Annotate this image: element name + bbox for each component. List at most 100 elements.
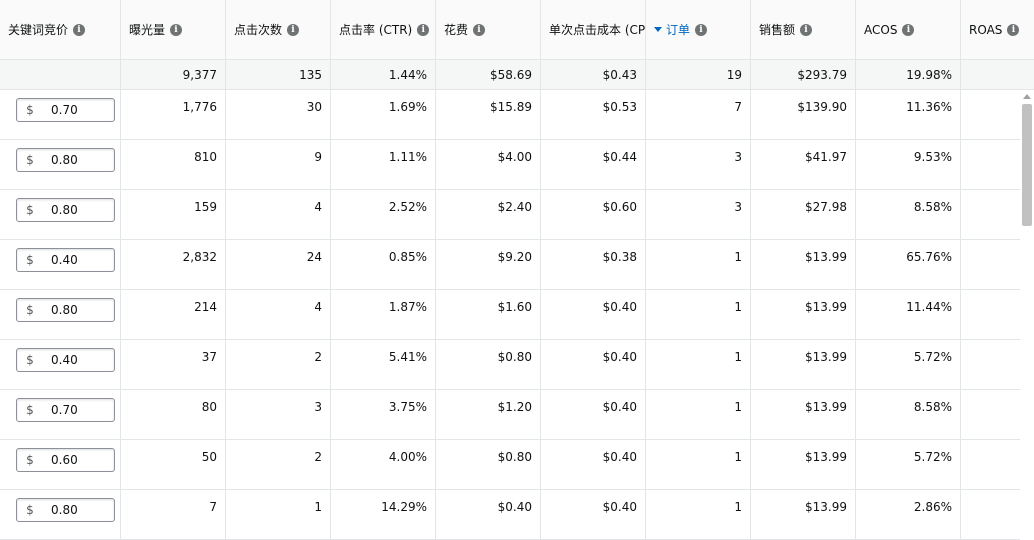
column-header-clicks[interactable]: 点击次数 i xyxy=(226,0,331,59)
orders-cell: 1 xyxy=(646,340,751,389)
bid-value: 0.80 xyxy=(51,303,78,317)
column-header-label: ACOS xyxy=(864,22,898,37)
ctr-cell: 0.85% xyxy=(331,240,436,289)
bid-value: 0.40 xyxy=(51,353,78,367)
bid-input[interactable]: $0.70 xyxy=(16,398,115,422)
cpc-cell: $0.44 xyxy=(541,140,646,189)
total-impressions: 9,377 xyxy=(121,60,226,89)
total-sales: $293.79 xyxy=(751,60,856,89)
table-row: $0.80 214 4 1.87% $1.60 $0.40 1 $13.99 11.44% xyxy=(0,290,1034,340)
column-header-bid[interactable]: 关键词竞价 i xyxy=(0,0,121,59)
table-row: $0.80 7 1 14.29% $0.40 $0.40 1 $13.99 2.86% xyxy=(0,490,1034,540)
sales-cell: $27.98 xyxy=(751,190,856,239)
ctr-cell: 4.00% xyxy=(331,440,436,489)
orders-cell: 7 xyxy=(646,90,751,139)
clicks-cell: 9 xyxy=(226,140,331,189)
currency-symbol: $ xyxy=(26,103,34,117)
bid-cell: $0.40 xyxy=(0,340,121,389)
orders-cell: 3 xyxy=(646,140,751,189)
info-icon[interactable]: i xyxy=(902,23,915,36)
acos-cell: 11.36% xyxy=(856,90,961,139)
sales-cell: $13.99 xyxy=(751,390,856,439)
info-icon[interactable]: i xyxy=(417,23,430,36)
bid-value: 0.80 xyxy=(51,153,78,167)
impressions-cell: 37 xyxy=(121,340,226,389)
column-header-roas[interactable]: ROAS i xyxy=(961,0,1034,59)
sales-cell: $13.99 xyxy=(751,490,856,539)
info-icon[interactable]: i xyxy=(73,23,86,36)
column-header-sales[interactable]: 销售额 i xyxy=(751,0,856,59)
bid-cell: $0.70 xyxy=(0,90,121,139)
clicks-cell: 2 xyxy=(226,340,331,389)
spend-cell: $0.80 xyxy=(436,340,541,389)
column-header-orders[interactable]: 订单 i xyxy=(646,0,751,59)
bid-input[interactable]: $0.60 xyxy=(16,448,115,472)
spend-cell: $9.20 xyxy=(436,240,541,289)
column-header-label: 点击率 (CTR) xyxy=(339,23,413,37)
clicks-cell: 1 xyxy=(226,490,331,539)
column-header-label: 订单 xyxy=(666,23,691,37)
sales-cell: $13.99 xyxy=(751,440,856,489)
currency-symbol: $ xyxy=(26,203,34,217)
scrollbar-thumb[interactable] xyxy=(1022,104,1032,226)
info-icon[interactable]: i xyxy=(170,23,183,36)
bid-cell: $0.70 xyxy=(0,390,121,439)
column-header-label: 点击次数 xyxy=(234,23,283,37)
ctr-cell: 3.75% xyxy=(331,390,436,439)
ctr-cell: 2.52% xyxy=(331,190,436,239)
column-header-label: 花费 xyxy=(444,23,469,37)
column-header-spend[interactable]: 花费 i xyxy=(436,0,541,59)
orders-cell: 1 xyxy=(646,240,751,289)
spend-cell: $1.60 xyxy=(436,290,541,339)
table-row: $0.60 50 2 4.00% $0.80 $0.40 1 $13.99 5.72% xyxy=(0,440,1034,490)
bid-input[interactable]: $0.40 xyxy=(16,248,115,272)
info-icon[interactable]: i xyxy=(800,23,813,36)
currency-symbol: $ xyxy=(26,403,34,417)
cpc-cell: $0.40 xyxy=(541,290,646,339)
column-header-label: 曝光量 xyxy=(129,23,166,37)
spend-cell: $1.20 xyxy=(436,390,541,439)
column-header-cpc[interactable]: 单次点击成本 (CPC) xyxy=(541,0,646,59)
table-row: $0.70 1,776 30 1.69% $15.89 $0.53 7 $139.90 11.3… xyxy=(0,90,1034,140)
impressions-cell: 810 xyxy=(121,140,226,189)
info-icon[interactable]: i xyxy=(695,23,708,36)
info-icon[interactable]: i xyxy=(1007,23,1020,36)
scroll-up-arrow-icon[interactable] xyxy=(1023,94,1031,99)
totals-row: 9,377 135 1.44% $58.69 $0.43 19 $293.79 … xyxy=(0,60,1034,90)
spend-cell: $0.40 xyxy=(436,490,541,539)
column-header-label: 单次点击成本 (CPC) xyxy=(549,23,646,37)
ctr-cell: 1.11% xyxy=(331,140,436,189)
ctr-cell: 14.29% xyxy=(331,490,436,539)
ctr-cell: 1.87% xyxy=(331,290,436,339)
column-header-label: ROAS xyxy=(969,22,1003,37)
bid-input[interactable]: $0.80 xyxy=(16,498,115,522)
orders-cell: 3 xyxy=(646,190,751,239)
bid-input[interactable]: $0.80 xyxy=(16,148,115,172)
total-spend: $58.69 xyxy=(436,60,541,89)
bid-input[interactable]: $0.80 xyxy=(16,298,115,322)
impressions-cell: 50 xyxy=(121,440,226,489)
total-ctr: 1.44% xyxy=(331,60,436,89)
sales-cell: $13.99 xyxy=(751,240,856,289)
info-icon[interactable]: i xyxy=(473,23,486,36)
total-clicks: 135 xyxy=(226,60,331,89)
column-header-impressions[interactable]: 曝光量 i xyxy=(121,0,226,59)
currency-symbol: $ xyxy=(26,503,34,517)
impressions-cell: 2,832 xyxy=(121,240,226,289)
bid-input[interactable]: $0.80 xyxy=(16,198,115,222)
acos-cell: 11.44% xyxy=(856,290,961,339)
clicks-cell: 30 xyxy=(226,90,331,139)
cpc-cell: $0.40 xyxy=(541,440,646,489)
bid-input[interactable]: $0.40 xyxy=(16,348,115,372)
table-row: $0.40 2,832 24 0.85% $9.20 $0.38 1 $13.99 65.76% xyxy=(0,240,1034,290)
column-header-label: 销售额 xyxy=(759,23,796,37)
column-header-ctr[interactable]: 点击率 (CTR) i xyxy=(331,0,436,59)
bid-cell: $0.80 xyxy=(0,490,121,539)
total-orders: 19 xyxy=(646,60,751,89)
bid-value: 0.60 xyxy=(51,453,78,467)
column-header-acos[interactable]: ACOS i xyxy=(856,0,961,59)
acos-cell: 8.58% xyxy=(856,390,961,439)
info-icon[interactable]: i xyxy=(287,23,300,36)
currency-symbol: $ xyxy=(26,353,34,367)
bid-input[interactable]: $0.70 xyxy=(16,98,115,122)
